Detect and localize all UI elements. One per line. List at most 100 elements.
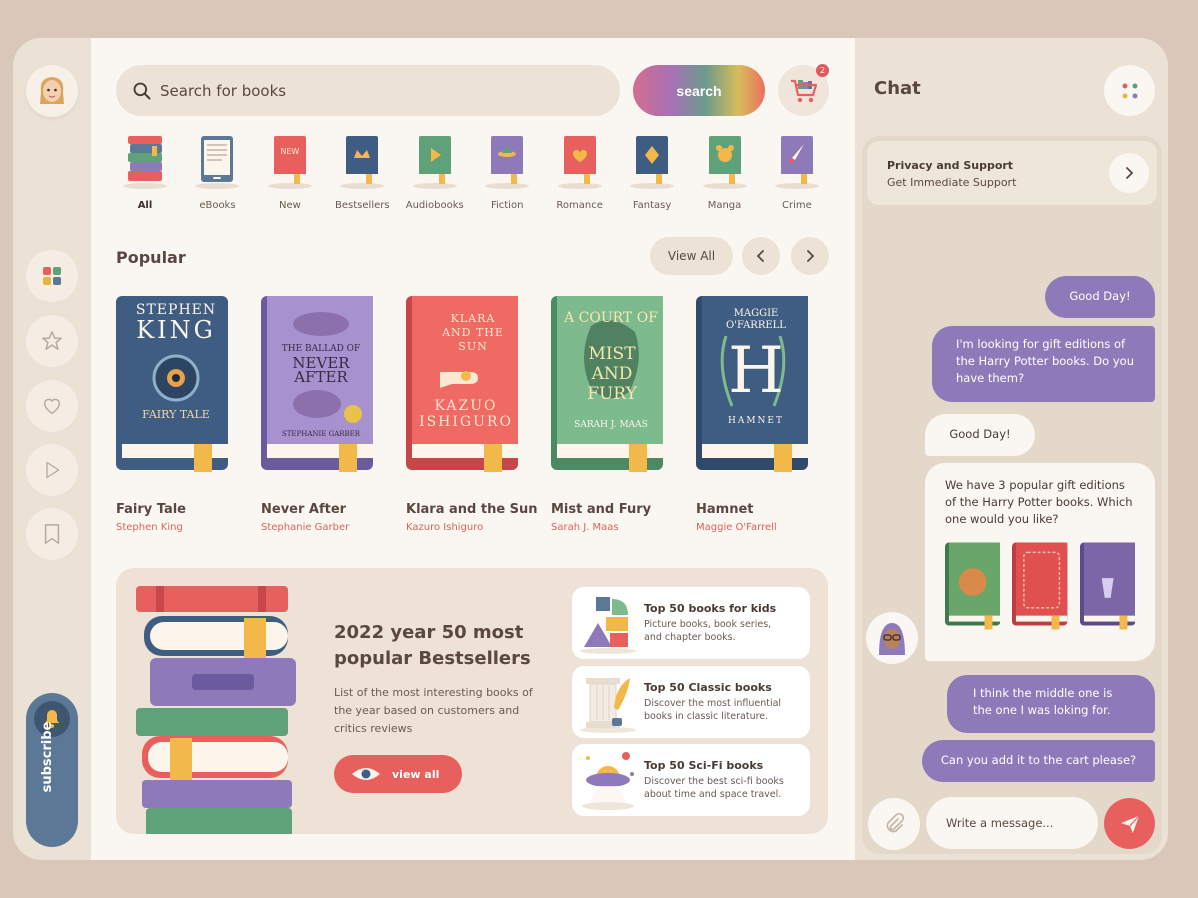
diamond-book-icon: [629, 134, 675, 190]
send-button[interactable]: [1104, 798, 1155, 849]
cover-text-sub: ISHIGURO: [419, 414, 513, 430]
chat-message-incoming: Good Day!: [925, 414, 1035, 456]
cover-text-main: MIST AND FURY: [587, 344, 637, 404]
top-list-desc: Discover the best sci-fi books about tim…: [644, 776, 784, 800]
avatar-face-icon: [40, 77, 64, 104]
privacy-open-button[interactable]: [1109, 153, 1149, 193]
book-author: Sarah J. Maas: [551, 522, 619, 533]
dots-menu-icon: [1122, 83, 1137, 98]
category-audiobooks[interactable]: Audiobooks: [403, 134, 467, 214]
chevron-right-icon: [807, 250, 815, 262]
attach-button[interactable]: [868, 798, 920, 850]
top-list-title: Top 50 Sci-Fi books: [644, 759, 764, 772]
chevron-right-icon: [1126, 167, 1134, 179]
book-author: Stephen King: [116, 522, 183, 533]
gift-book-2[interactable]: [1012, 542, 1068, 632]
book-card[interactable]: THE BALLAD OF NEVER AFTER STEPHANIE GARB…: [261, 296, 373, 533]
section-title-popular: Popular: [116, 248, 186, 267]
new-badge-text: NEW: [280, 147, 300, 156]
chat-message-outgoing: Good Day!: [1045, 276, 1155, 318]
banner-view-all-button[interactable]: view all: [334, 755, 462, 793]
chat-message-text: We have 3 popular gift editions of the H…: [945, 478, 1133, 526]
message-input[interactable]: [926, 797, 1098, 849]
category-label: Bestsellers: [335, 200, 390, 211]
prev-button[interactable]: [742, 237, 780, 275]
cart-badge: 2: [816, 64, 829, 77]
column-quill-icon: [572, 666, 644, 738]
user-avatar[interactable]: [26, 65, 78, 117]
top-list-card-classic[interactable]: Top 50 Classic books Discover the most i…: [572, 666, 810, 738]
support-agent-icon: [879, 623, 905, 655]
category-label: Crime: [782, 200, 812, 211]
gift-book-3[interactable]: [1079, 542, 1135, 632]
book-cover: MAGGIE O'FARRELL H HAMNET: [696, 296, 808, 474]
category-label: Romance: [556, 200, 603, 211]
cart-icon: [790, 79, 817, 102]
next-button[interactable]: [791, 237, 829, 275]
bear-book-icon: [702, 134, 748, 190]
category-label: All: [137, 200, 153, 211]
book-title: Fairy Tale: [116, 502, 186, 517]
book-cover: THE BALLAD OF NEVER AFTER STEPHANIE GARB…: [261, 296, 373, 474]
category-manga[interactable]: Manga: [693, 134, 757, 214]
privacy-support-card[interactable]: Privacy and Support Get Immediate Suppor…: [867, 141, 1157, 205]
book-title: Klara and the Sun: [406, 502, 538, 517]
book-card[interactable]: STEPHEN KING FAIRY TALE Fairy Tale Steph…: [116, 296, 228, 533]
book-title: Hamnet: [696, 502, 754, 517]
search-input[interactable]: [160, 81, 580, 100]
category-label: Fiction: [490, 200, 524, 211]
send-icon: [1120, 814, 1140, 833]
left-rail: subscribe: [13, 38, 91, 860]
top-list-card-kids[interactable]: Top 50 books for kids Picture books, boo…: [572, 587, 810, 659]
play-icon: [46, 461, 60, 479]
category-fiction[interactable]: Fiction: [475, 134, 539, 214]
new-book-icon: NEW: [267, 134, 313, 190]
agent-avatar: [866, 612, 918, 664]
heart-icon: [43, 398, 61, 415]
book-card[interactable]: MAGGIE O'FARRELL H HAMNET Hamnet Maggie …: [696, 296, 808, 533]
book-author: Kazuro Ishiguro: [406, 522, 484, 533]
category-fantasy[interactable]: Fantasy: [620, 134, 684, 214]
top-list-card-scifi[interactable]: Top 50 Sci-Fi books Discover the best sc…: [572, 744, 810, 816]
category-crime[interactable]: Crime: [765, 134, 829, 214]
search-button[interactable]: search: [633, 65, 765, 116]
book-card[interactable]: KLARA AND THE SUN KAZUO ISHIGURO Klara a…: [406, 296, 538, 533]
chat-message-outgoing: I think the middle one is the one I was …: [947, 675, 1155, 733]
nav-favorites-button[interactable]: [26, 315, 78, 367]
banner-description: List of the most interesting books of th…: [334, 686, 533, 735]
cover-text-top: A COURT OF: [564, 310, 658, 326]
subscribe-label: subscribe: [40, 721, 55, 793]
nav-audio-button[interactable]: [26, 444, 78, 496]
ufo-book-icon: [484, 134, 530, 190]
shapes-icon: [572, 587, 644, 659]
eye-icon: [352, 768, 380, 780]
search-icon: [133, 82, 151, 99]
category-romance[interactable]: Romance: [548, 134, 612, 214]
nav-bookmarks-button[interactable]: [26, 508, 78, 560]
audio-book-icon: [412, 134, 458, 190]
book-author: Maggie O'Farrell: [696, 522, 777, 533]
bestsellers-banner: 2022 year 50 most popular Bestsellers Li…: [116, 568, 828, 834]
banner-heading: 2022 year 50 most popular Bestsellers: [334, 622, 531, 669]
book-title: Mist and Fury: [551, 502, 652, 517]
category-ebooks[interactable]: eBooks: [185, 134, 249, 214]
category-bestsellers[interactable]: Bestsellers: [330, 134, 394, 214]
nav-dashboard-button[interactable]: [26, 250, 78, 302]
view-all-button[interactable]: View All: [650, 237, 733, 275]
book-card[interactable]: A COURT OF MIST AND FURY SARAH J. MAAS M…: [551, 296, 663, 533]
knife-book-icon: [774, 134, 820, 190]
chat-menu-button[interactable]: [1104, 65, 1155, 116]
chat-message-incoming: We have 3 popular gift editions of the H…: [925, 463, 1155, 661]
books-stack-icon: [122, 134, 168, 190]
category-new[interactable]: NEW New: [258, 134, 322, 214]
category-all[interactable]: All: [113, 134, 177, 214]
app-window: subscribe search 2 All: [13, 38, 1168, 860]
gift-book-1[interactable]: [945, 542, 1001, 632]
search-bar[interactable]: [116, 65, 620, 116]
subscribe-button[interactable]: subscribe: [26, 693, 78, 847]
nav-liked-button[interactable]: [26, 380, 78, 432]
cover-text-top: THE BALLAD OF: [281, 344, 361, 354]
cover-text-main: KAZUO: [434, 398, 498, 414]
heart-book-icon: [557, 134, 603, 190]
main-panel: search 2 All eBooks: [91, 38, 855, 860]
